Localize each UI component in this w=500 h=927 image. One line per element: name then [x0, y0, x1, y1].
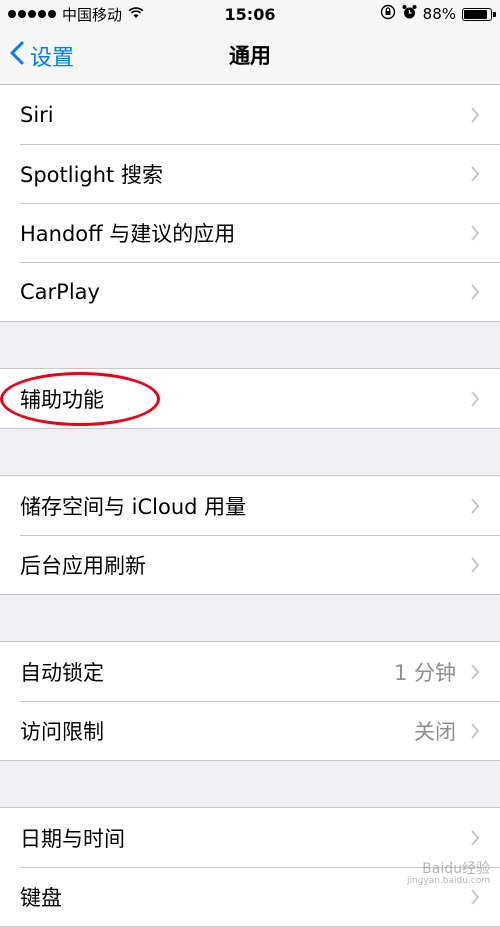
- section-gap: [0, 322, 500, 368]
- row-label: 后台应用刷新: [20, 550, 470, 580]
- settings-group-2: 辅助功能: [0, 368, 500, 429]
- row-background-refresh[interactable]: 后台应用刷新: [0, 535, 500, 594]
- row-label: 辅助功能: [20, 384, 470, 414]
- row-accessibility[interactable]: 辅助功能: [0, 369, 500, 428]
- row-label: 键盘: [20, 882, 470, 912]
- row-spotlight[interactable]: Spotlight 搜索: [0, 144, 500, 203]
- settings-list: Siri Spotlight 搜索 Handoff 与建议的应用 CarPlay…: [0, 85, 500, 889]
- rotation-lock-icon: [380, 4, 396, 24]
- row-value: 1 分钟: [394, 657, 456, 687]
- chevron-right-icon: [470, 663, 480, 681]
- row-label: 访问限制: [20, 716, 414, 746]
- settings-group-3: 储存空间与 iCloud 用量 后台应用刷新: [0, 475, 500, 595]
- row-label: 自动锁定: [20, 657, 394, 687]
- row-carplay[interactable]: CarPlay: [0, 262, 500, 321]
- status-right: 88%: [380, 4, 492, 24]
- watermark: Baidu经验 jingyan.baidu.com: [407, 862, 490, 887]
- battery-percent: 88%: [423, 5, 456, 23]
- row-handoff[interactable]: Handoff 与建议的应用: [0, 203, 500, 262]
- chevron-right-icon: [470, 390, 480, 408]
- settings-group-4: 自动锁定 1 分钟 访问限制 关闭: [0, 641, 500, 761]
- navigation-bar: 设置 通用: [0, 28, 500, 85]
- page-title: 通用: [0, 28, 500, 84]
- battery-icon: [462, 8, 492, 21]
- row-label: Siri: [20, 103, 470, 127]
- chevron-right-icon: [470, 165, 480, 183]
- chevron-right-icon: [470, 497, 480, 515]
- watermark-url: jingyan.baidu.com: [407, 877, 490, 887]
- row-label: 储存空间与 iCloud 用量: [20, 491, 470, 521]
- alarm-icon: [402, 4, 417, 24]
- row-date-time[interactable]: 日期与时间: [0, 808, 500, 867]
- chevron-right-icon: [470, 224, 480, 242]
- row-value: 关闭: [414, 716, 456, 746]
- chevron-right-icon: [470, 829, 480, 847]
- row-storage-icloud[interactable]: 储存空间与 iCloud 用量: [0, 476, 500, 535]
- row-auto-lock[interactable]: 自动锁定 1 分钟: [0, 642, 500, 701]
- status-bar: 中国移动 15:06 88%: [0, 0, 500, 28]
- chevron-right-icon: [470, 106, 480, 124]
- row-label: Handoff 与建议的应用: [20, 218, 470, 248]
- chevron-right-icon: [470, 556, 480, 574]
- chevron-right-icon: [470, 722, 480, 740]
- row-label: CarPlay: [20, 280, 470, 304]
- section-gap: [0, 761, 500, 807]
- row-restrictions[interactable]: 访问限制 关闭: [0, 701, 500, 760]
- section-gap: [0, 595, 500, 641]
- chevron-right-icon: [470, 888, 480, 906]
- watermark-text: Baidu经验: [407, 862, 490, 877]
- section-gap: [0, 429, 500, 475]
- row-label: Spotlight 搜索: [20, 159, 470, 189]
- row-label: 日期与时间: [20, 823, 470, 853]
- chevron-right-icon: [470, 283, 480, 301]
- settings-group-1: Siri Spotlight 搜索 Handoff 与建议的应用 CarPlay: [0, 85, 500, 322]
- row-siri[interactable]: Siri: [0, 85, 500, 144]
